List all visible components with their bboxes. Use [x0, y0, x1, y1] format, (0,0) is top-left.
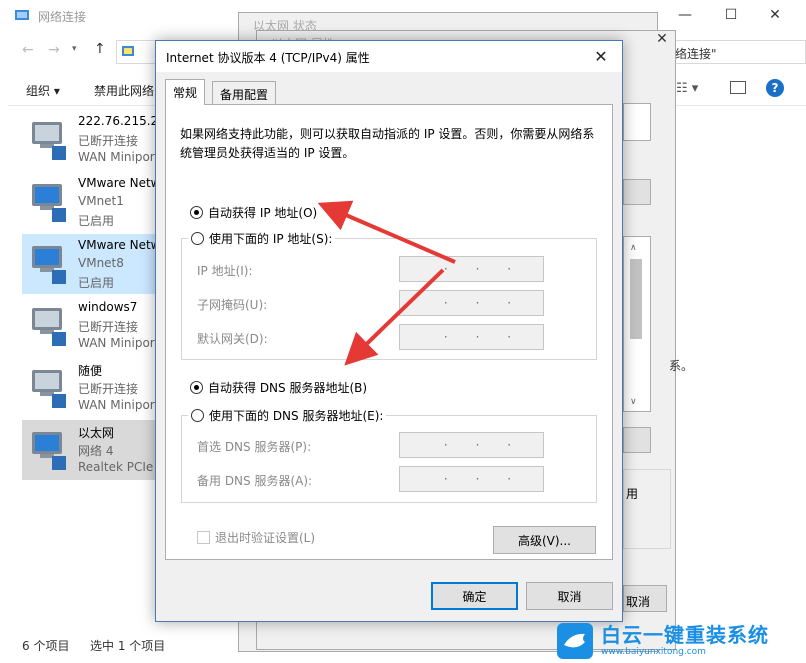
watermark-logo: 白云一键重装系统 www.baiyunxitong.com	[555, 618, 806, 663]
tab-general[interactable]: 常规	[165, 79, 206, 105]
annotation-arrows	[317, 200, 456, 366]
arrow-to-dns-auto	[344, 268, 445, 366]
arrow-to-ip-auto	[317, 200, 456, 264]
bird-logo-icon	[557, 622, 593, 659]
watermark-brand: 白云一键重装系统	[601, 622, 769, 647]
watermark-url: www.baiyunxitong.com	[601, 646, 706, 657]
